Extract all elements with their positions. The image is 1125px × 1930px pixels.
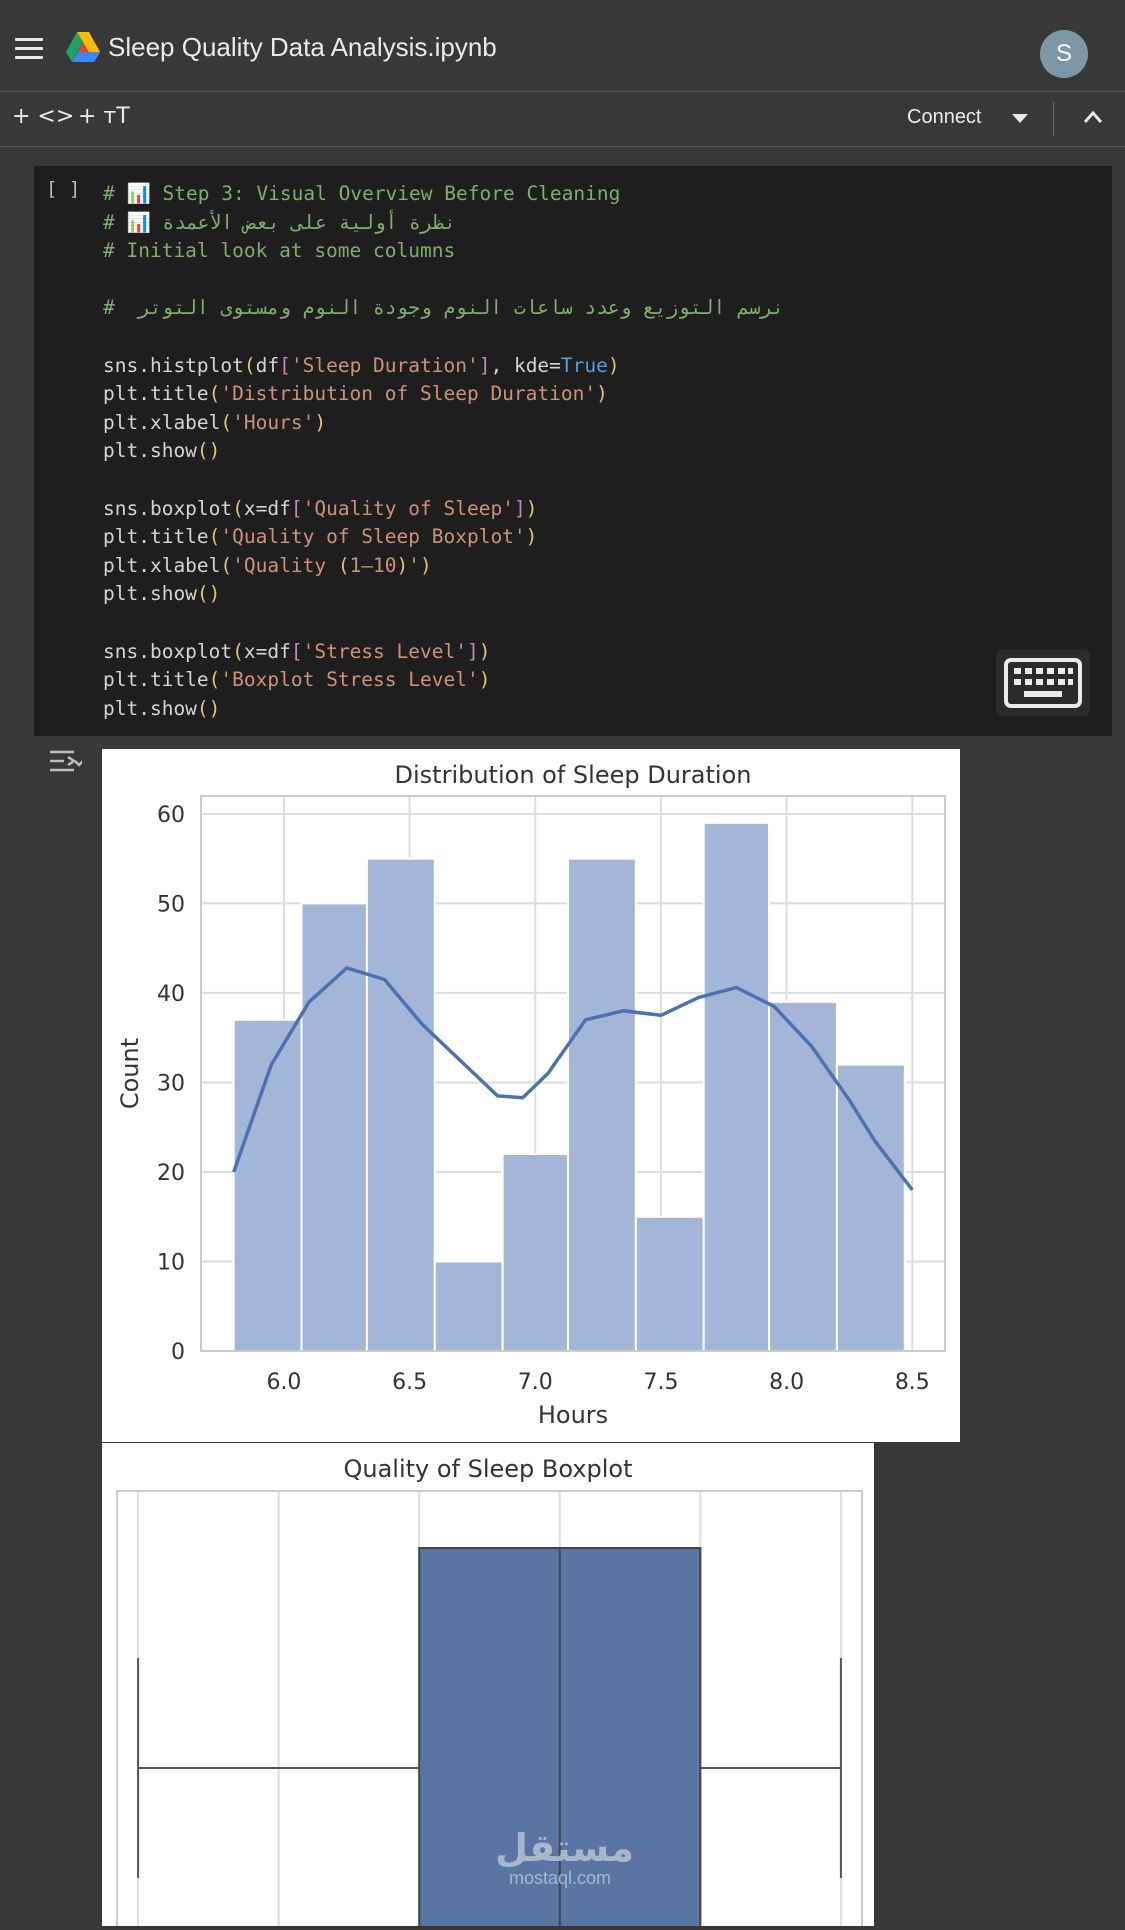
histogram-bar bbox=[232, 1018, 303, 1352]
drive-logo-icon bbox=[66, 32, 100, 62]
notebook-title[interactable]: Sleep Quality Data Analysis.ipynb bbox=[108, 32, 497, 63]
chevron-down-icon[interactable] bbox=[1012, 114, 1028, 123]
boxplot-figure: Quality of Sleep Boxplot bbox=[102, 1443, 874, 1930]
histogram-bar bbox=[433, 1260, 504, 1353]
code-line: plt.xlabel('Quality (1–10)') bbox=[103, 553, 432, 577]
avatar[interactable]: S bbox=[1040, 30, 1088, 78]
notebook-toolbar: + <> + тT Connect bbox=[0, 92, 1125, 147]
x-tick-label: 8.5 bbox=[895, 1370, 930, 1395]
y-tick-label: 40 bbox=[157, 982, 185, 1007]
boxplot-chart: Quality of Sleep Boxplot bbox=[116, 1455, 863, 1930]
watermark-domain: mostaql.com bbox=[508, 1868, 612, 1888]
y-tick-label: 0 bbox=[171, 1340, 185, 1365]
y-tick-label: 30 bbox=[157, 1071, 185, 1096]
chart-title: Distribution of Sleep Duration bbox=[395, 761, 752, 789]
toolbar-divider bbox=[1053, 102, 1054, 136]
y-tick-label: 10 bbox=[157, 1250, 185, 1275]
connect-button[interactable]: Connect bbox=[907, 106, 982, 129]
code-line: # نرسم التوزيع وعدد ساعات النوم وجودة ال… bbox=[103, 296, 784, 320]
y-tick-label: 20 bbox=[157, 1161, 185, 1186]
code-line: # 📊 Step 3: Visual Overview Before Clean… bbox=[103, 182, 621, 205]
add-text-button[interactable]: + тT bbox=[78, 104, 130, 129]
code-line: sns.boxplot(x=df['Stress Level']) bbox=[103, 639, 491, 663]
histogram-bar bbox=[566, 857, 637, 1353]
x-tick-label: 6.0 bbox=[266, 1370, 301, 1395]
code-line: plt.title('Quality of Sleep Boxplot') bbox=[103, 525, 538, 549]
add-code-button[interactable]: + <> bbox=[12, 104, 74, 129]
histogram-bar bbox=[365, 857, 436, 1353]
histogram-bar bbox=[768, 1000, 838, 1353]
code-line: # Initial look at some columns bbox=[103, 239, 456, 263]
histogram-bar bbox=[835, 1063, 906, 1352]
code-line: # 📊 نظرة أولية على بعض الأعمدة bbox=[103, 210, 456, 234]
code-line: plt.title('Boxplot Stress Level') bbox=[103, 668, 491, 692]
watermark-brand: مستقل bbox=[495, 1826, 634, 1870]
code-line: sns.histplot(df['Sleep Duration'], kde=T… bbox=[103, 353, 620, 377]
histogram-bar bbox=[501, 1153, 569, 1352]
menu-icon[interactable] bbox=[15, 38, 43, 59]
keyboard-icon bbox=[1004, 658, 1082, 708]
histogram-figure: 6.0 6.5 7.0 7.5 8.0 8.5 0 10 20 30 40 50 60 Distribut… bbox=[102, 749, 960, 1442]
histogram-bar bbox=[634, 1215, 705, 1352]
code-line: plt.show() bbox=[103, 582, 221, 606]
code-line: sns.boxplot(x=df['Quality of Sleep']) bbox=[103, 496, 538, 520]
watermark-logo: مستقل mostaql.com bbox=[495, 1826, 634, 1889]
code-line: plt.show() bbox=[103, 696, 221, 720]
chevron-up-icon[interactable] bbox=[1083, 110, 1103, 124]
y-tick-label: 60 bbox=[157, 803, 185, 828]
code-line: plt.title('Distribution of Sleep Duratio… bbox=[103, 382, 608, 406]
app-header: Sleep Quality Data Analysis.ipynb S bbox=[0, 0, 1125, 92]
y-axis-label: Count bbox=[116, 1038, 144, 1109]
code-line: plt.show() bbox=[103, 439, 221, 463]
x-tick-label: 7.5 bbox=[643, 1370, 678, 1395]
code-line: plt.xlabel('Hours') bbox=[103, 410, 327, 434]
code-cell[interactable]: [ ] # 📊 Step 3: Visual Overview Before C… bbox=[34, 166, 1112, 736]
y-tick-label: 50 bbox=[157, 892, 185, 917]
x-tick-label: 6.5 bbox=[392, 1370, 427, 1395]
code-editor[interactable]: # 📊 Step 3: Visual Overview Before Clean… bbox=[103, 180, 784, 723]
run-cell-button[interactable]: [ ] bbox=[46, 178, 80, 200]
histogram-chart: 6.0 6.5 7.0 7.5 8.0 8.5 0 10 20 30 40 50 60 Distribut… bbox=[116, 761, 946, 1429]
x-axis-label: Hours bbox=[538, 1401, 608, 1429]
x-tick-label: 8.0 bbox=[769, 1370, 804, 1395]
keyboard-button[interactable] bbox=[996, 650, 1090, 716]
chart-title: Quality of Sleep Boxplot bbox=[343, 1455, 632, 1483]
histogram-bar bbox=[702, 821, 771, 1352]
output-toggle-icon[interactable] bbox=[48, 748, 82, 778]
x-tick-label: 7.0 bbox=[518, 1370, 553, 1395]
